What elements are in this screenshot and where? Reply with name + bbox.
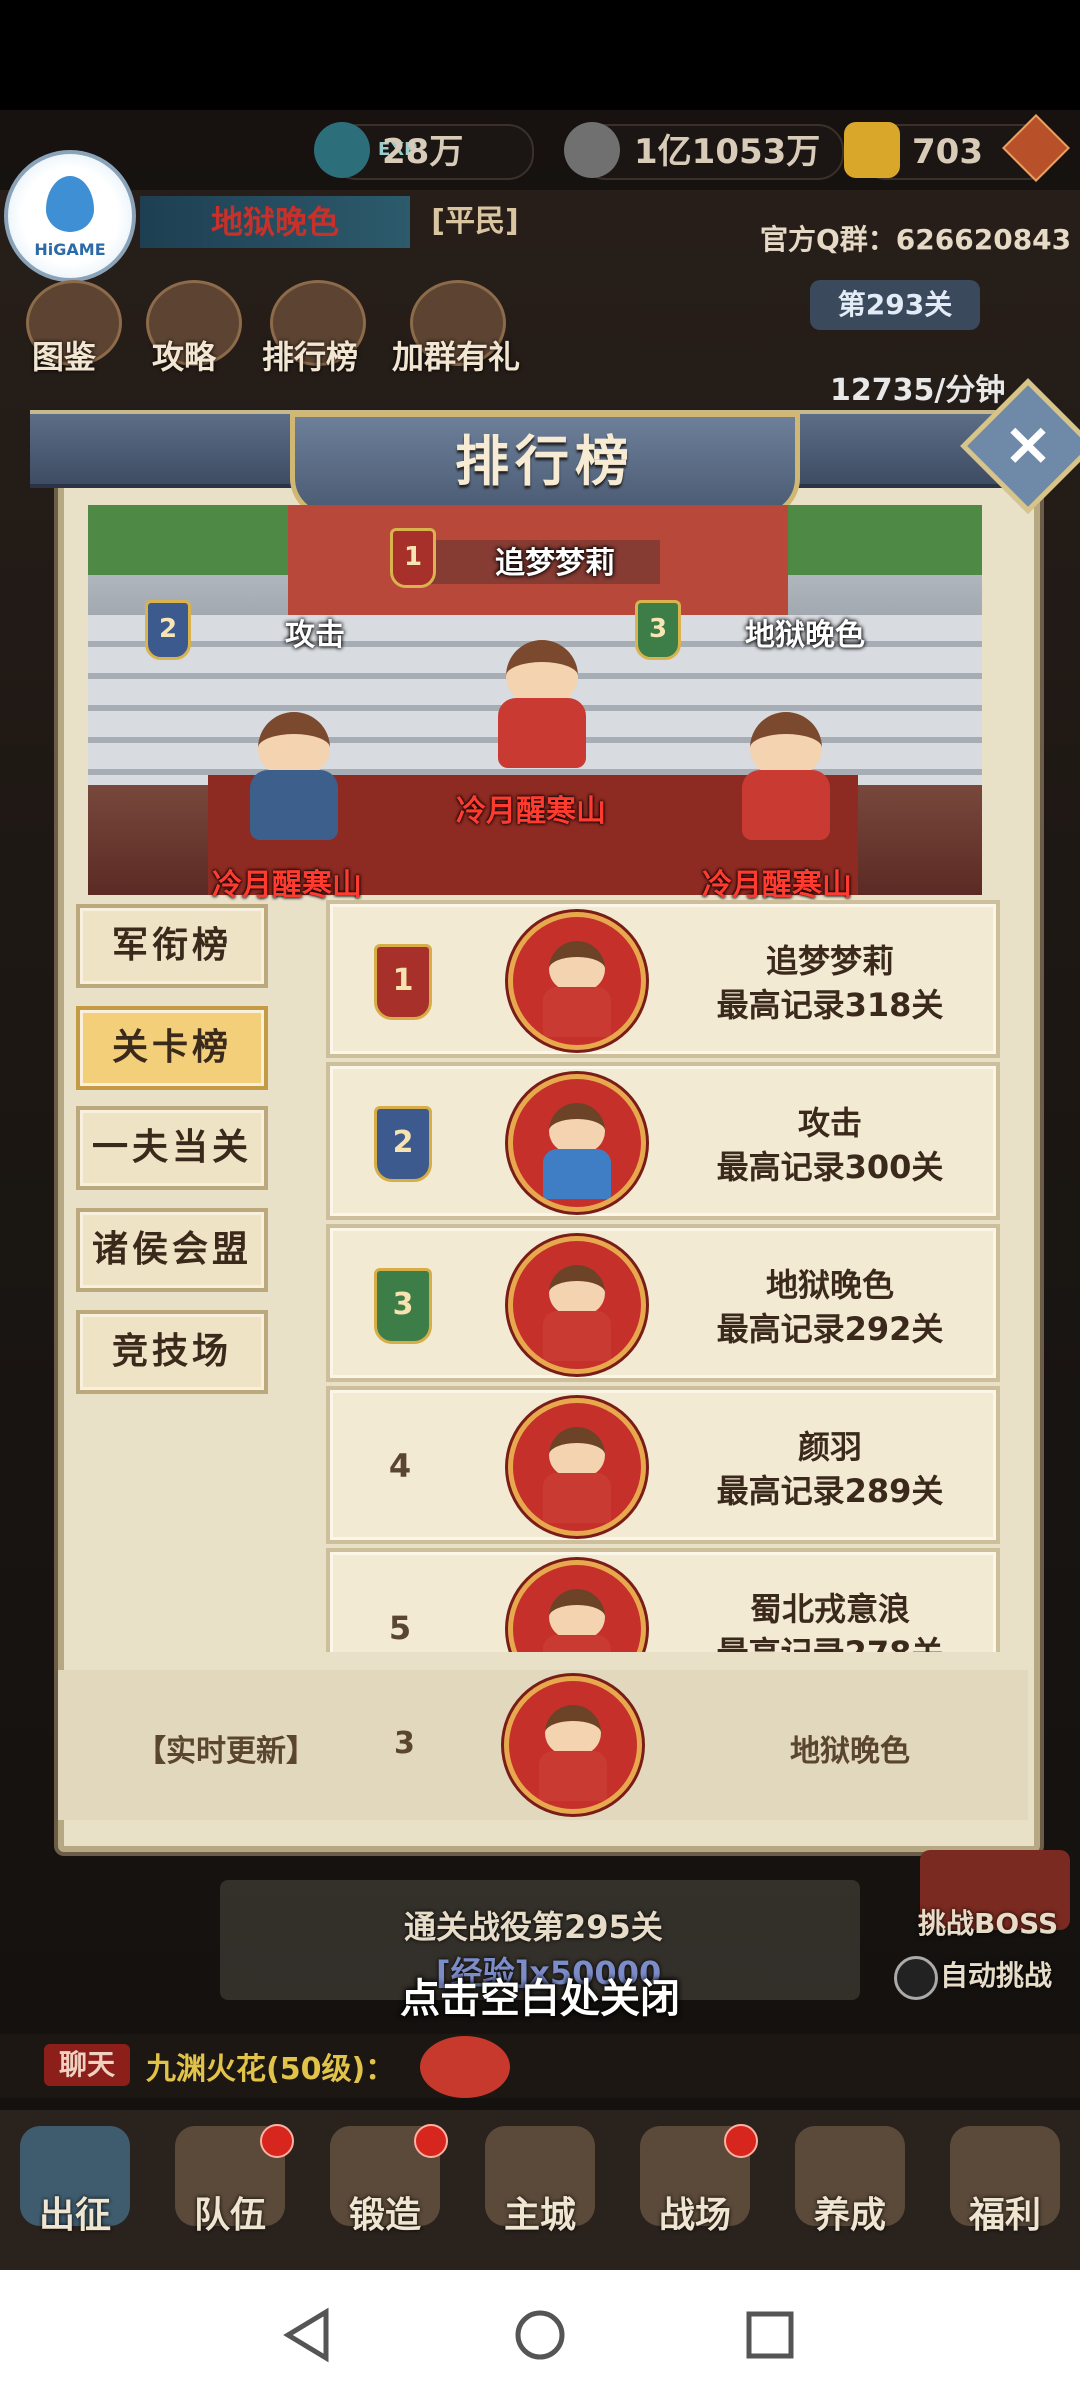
rank-1-badge-icon: 1 <box>390 528 436 588</box>
home-icon[interactable] <box>505 2300 575 2370</box>
row-name: 攻击 <box>797 1104 862 1142</box>
menu-leaderboard[interactable]: 排行榜 <box>262 332 358 378</box>
challenge-boss-button[interactable]: 挑战BOSS <box>918 1902 1058 1942</box>
own-avatar[interactable] <box>504 1676 642 1814</box>
ranking-row-2[interactable]: 2 攻击 最高记录300关 <box>326 1062 1000 1220</box>
exp-counter: EXP 28万 <box>314 122 534 180</box>
row-name: 追梦梦莉 <box>765 942 894 980</box>
nav-label: 福利 <box>968 2195 1041 2236</box>
second-place-character[interactable] <box>234 712 354 842</box>
nav-label: 战场 <box>658 2195 731 2236</box>
exp-icon <box>314 122 370 178</box>
ranking-row-4[interactable]: 4 颜羽 最高记录289关 <box>326 1386 1000 1544</box>
recents-icon[interactable] <box>735 2300 805 2370</box>
podium-third-name: 地狱晚色 <box>745 618 865 653</box>
logo-icon <box>46 176 94 232</box>
realtime-label: 【实时更新】 <box>136 1734 316 1769</box>
coin-value: 1亿1053万 <box>634 132 821 172</box>
nav-main-city[interactable]: 主城 <box>465 2120 615 2270</box>
battlefield-notification-dot <box>724 2124 758 2158</box>
level-badge: 第293关 <box>810 280 980 330</box>
menu-guide[interactable]: 攻略 <box>152 332 216 378</box>
player-rank: [平民] <box>431 204 519 239</box>
title-plate: 排行榜 <box>290 412 800 518</box>
podium-second-name: 攻击 <box>285 618 345 653</box>
chat-text: 九渊火花(50级)： <box>146 2052 396 2087</box>
rank-2-banner-icon: 2 <box>374 1106 432 1182</box>
rank-1-banner-icon: 1 <box>374 944 432 1020</box>
ranking-row-3[interactable]: 3 地狱晚色 最高记录292关 <box>326 1224 1000 1382</box>
qq-group-text: 官方Q群：626620843 <box>760 223 1072 256</box>
menu-codex[interactable]: 图鉴 <box>32 332 96 378</box>
avatar[interactable] <box>508 1398 646 1536</box>
row-name: 颜羽 <box>797 1428 862 1466</box>
auto-challenge-label: 自动挑战 <box>940 1959 1053 1992</box>
avatar[interactable] <box>508 1560 646 1652</box>
gold-value: 703 <box>912 132 983 172</box>
exp-value: 28万 <box>382 132 464 172</box>
row-name: 地狱晚色 <box>765 1266 894 1304</box>
nav-label: 出征 <box>38 2195 111 2236</box>
tab-arena[interactable]: 竞技场 <box>76 1310 268 1394</box>
row-record: 最高记录300关 <box>716 1148 944 1186</box>
team-notification-dot <box>260 2124 294 2158</box>
tab-lone-defender[interactable]: 一夫当关 <box>76 1106 268 1190</box>
first-place-character[interactable] <box>482 640 602 770</box>
player-name[interactable]: 地狱晚色 <box>140 196 410 248</box>
third-place-character[interactable] <box>726 712 846 842</box>
forge-notification-dot <box>414 2124 448 2158</box>
ranking-row-5[interactable]: 5 蜀北戎意浪 最高记录278关 <box>326 1548 1000 1652</box>
nav-welfare[interactable]: 福利 <box>930 2120 1080 2270</box>
nav-label: 队伍 <box>193 2195 266 2236</box>
tab-military-rank[interactable]: 军衔榜 <box>76 904 268 988</box>
nav-label: 主城 <box>503 2195 576 2236</box>
row-name: 蜀北戎意浪 <box>749 1590 910 1628</box>
rank-number: 4 <box>388 1447 412 1485</box>
rate-text: 12735/分钟 <box>830 373 1006 408</box>
stage-text: 通关战役第295关 <box>404 1908 663 1946</box>
coin-icon <box>564 122 620 178</box>
nav-label: 锻造 <box>348 2195 421 2236</box>
nav-label: 养成 <box>813 2195 886 2236</box>
coin-counter: 1亿1053万 <box>564 122 844 180</box>
close-x-icon: × <box>1002 409 1054 479</box>
own-name: 地狱晚色 <box>790 1734 910 1769</box>
own-rank: 3 <box>394 1726 415 1761</box>
avatar[interactable] <box>508 1074 646 1212</box>
tab-alliance[interactable]: 诸侯会盟 <box>76 1208 268 1292</box>
nav-develop[interactable]: 养成 <box>775 2120 925 2270</box>
rank-3-banner-icon: 3 <box>374 1268 432 1344</box>
row-record: 最高记录292关 <box>716 1310 944 1348</box>
row-record: 最高记录289关 <box>716 1472 944 1510</box>
podium-first-name: 追梦梦莉 <box>495 546 615 581</box>
rank-2-badge-icon: 2 <box>145 600 191 660</box>
third-place-char-name: 冷月醒寒山 <box>702 868 852 903</box>
chat-tag[interactable]: 聊天 <box>44 2044 130 2086</box>
panel-title: 排行榜 <box>455 430 635 493</box>
back-icon[interactable] <box>274 2300 344 2370</box>
gold-ingot-icon <box>844 122 900 178</box>
second-place-char-name: 冷月醒寒山 <box>212 868 362 903</box>
ranking-row-1[interactable]: 1 追梦梦莉 最高记录318关 <box>326 900 1000 1058</box>
tab-stage-rank[interactable]: 关卡榜 <box>76 1006 268 1090</box>
first-place-char-name: 冷月醒寒山 <box>456 794 606 829</box>
row-record: 最高记录318关 <box>716 986 944 1024</box>
higame-logo[interactable]: HiGAME <box>4 150 136 282</box>
ranking-list[interactable]: 1 追梦梦莉 最高记录318关 2 攻击 最高记录300关 3 地狱晚色 最高记… <box>326 900 1000 1652</box>
logo-text: HiGAME <box>34 240 106 259</box>
avatar[interactable] <box>508 1236 646 1374</box>
auto-challenge-checkbox[interactable] <box>894 1956 938 2000</box>
rank-3-badge-icon: 3 <box>635 600 681 660</box>
nav-campaign[interactable]: 出征 <box>0 2120 150 2270</box>
menu-join-group[interactable]: 加群有礼 <box>392 332 520 378</box>
chat-emoji-icon[interactable] <box>420 2036 510 2098</box>
avatar[interactable] <box>508 912 646 1050</box>
row-record: 最高记录278关 <box>690 1628 970 1652</box>
rank-number: 5 <box>388 1609 412 1647</box>
